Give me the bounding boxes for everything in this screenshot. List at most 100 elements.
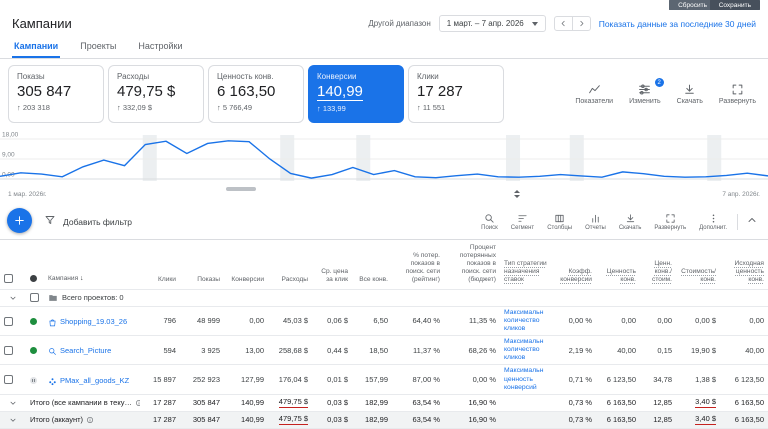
column-header-bid-strategy[interactable]: Тип стратегии назначения ставок: [500, 260, 552, 286]
columns-button[interactable]: Столбцы: [547, 213, 572, 231]
sliders-icon: [639, 84, 651, 95]
up-arrow-icon: ↑: [217, 103, 221, 112]
table-cell: 0,00: [249, 316, 264, 326]
reset-button[interactable]: Сбросить: [669, 0, 716, 10]
select-all-checkbox[interactable]: [4, 274, 13, 284]
column-header-lost-is-budget[interactable]: Процент потерянных показов в поиск. сети…: [444, 244, 500, 286]
expand-chevron-button[interactable]: [0, 291, 26, 305]
show-last-30-days-link[interactable]: Показать данные за последние 30 дней: [599, 19, 756, 29]
table-cell: 3,40 $: [676, 395, 720, 410]
column-header-select[interactable]: [0, 274, 26, 285]
reports-button[interactable]: Отчеты: [585, 213, 606, 231]
more-button[interactable]: Дополнит.: [699, 213, 727, 231]
metrics-button[interactable]: Показатели: [575, 83, 613, 105]
table-cell: 6 163,50: [734, 415, 764, 425]
table-cell: 252 923: [192, 375, 220, 385]
row-checkbox[interactable]: [4, 345, 13, 355]
chevron-down-icon: [10, 418, 16, 422]
table-cell: 796: [163, 316, 176, 326]
scorecard-delta: ↑ 11 551: [417, 103, 446, 112]
button-label: Развернуть: [718, 98, 756, 105]
row-checkbox[interactable]: [4, 316, 13, 326]
column-header-all-conv[interactable]: Все конв.: [352, 276, 392, 286]
scorecard-impressions[interactable]: Показы 305 847 ↑ 203 318: [8, 65, 104, 123]
tab-settings[interactable]: Настройки: [136, 38, 184, 58]
table-cell: 64,40 %: [412, 316, 440, 326]
column-header-clicks[interactable]: Клики: [140, 276, 180, 286]
performance-chart[interactable]: 18,009,000,00: [0, 129, 768, 187]
chart-resize-handle[interactable]: [514, 190, 520, 198]
column-header-conversions[interactable]: Конверсии: [224, 276, 268, 286]
table-cell: 0,06 $: [327, 316, 348, 326]
scorecard-value: 479,75 $: [117, 83, 176, 100]
column-header-value-per-cost[interactable]: Ценн. конв./стоим.: [640, 260, 676, 286]
expand-button[interactable]: Развернуть: [719, 83, 756, 105]
scorecard-label: Расходы: [117, 72, 150, 81]
scorecard-cost[interactable]: Расходы 479,75 $ ↑ 332,09 $: [108, 65, 204, 123]
group-label: Всего проектов: 0: [44, 291, 768, 305]
column-header-lost-is-rank[interactable]: % потер. показов в поиск. сети (рейтинг): [392, 252, 444, 286]
column-header-status[interactable]: [26, 275, 44, 285]
expand-chevron-button[interactable]: [0, 396, 26, 410]
column-header-campaign[interactable]: Кампания ↓: [44, 275, 140, 285]
table-cell: 0,00 %: [472, 375, 496, 385]
column-header-cost[interactable]: Расходы: [268, 276, 312, 286]
edit-button[interactable]: Изменить 2: [629, 78, 664, 105]
table-cell: 127,99: [241, 375, 264, 385]
status-paused-icon[interactable]: [30, 376, 37, 384]
table-cell[interactable]: Максимальн количество кликов: [500, 307, 552, 335]
table-row: Всего проектов: 0: [0, 290, 768, 307]
expand-button[interactable]: Развернуть: [654, 213, 686, 231]
button-label: Сегмент: [510, 225, 535, 231]
triangle-down-icon: [514, 195, 520, 198]
campaign-link[interactable]: Search_Picture: [60, 346, 111, 355]
download-button[interactable]: Скачать: [677, 83, 703, 105]
table-cell: 0,00: [621, 316, 636, 326]
expand-chevron-button[interactable]: [0, 413, 26, 427]
row-checkbox[interactable]: [30, 293, 39, 303]
topbar: Сбросить Сохранить: [0, 0, 768, 10]
scorecard-conversions[interactable]: Конверсии 140,99 ↑ 133,99: [308, 65, 404, 123]
next-period-button[interactable]: [571, 17, 590, 30]
plus-icon: [15, 216, 24, 225]
chart-scrollbar[interactable]: [226, 187, 256, 191]
campaign-link[interactable]: Shopping_19.03_26: [60, 317, 127, 326]
date-range-type-label: Другой диапазон: [368, 19, 431, 28]
column-header-conv-rate[interactable]: Коэфф. конверсии: [552, 268, 596, 286]
scorecard-clicks[interactable]: Клики 17 287 ↑ 11 551: [408, 65, 504, 123]
prev-period-button[interactable]: [555, 17, 572, 30]
date-range-select[interactable]: 1 март. – 7 апр. 2026: [438, 15, 546, 32]
column-header-cost-per-conv[interactable]: Стоимость/конв.: [676, 268, 720, 286]
search-button[interactable]: Поиск: [481, 213, 498, 231]
status-enabled-icon[interactable]: [30, 347, 37, 355]
table-cell: 12,85: [653, 415, 672, 425]
triangle-up-icon: [514, 190, 520, 193]
pmax-campaign-icon: [49, 377, 56, 385]
search-campaign-icon: [49, 348, 56, 356]
add-filter-label[interactable]: Добавить фильтр: [63, 217, 132, 227]
button-label: Поиск: [481, 225, 498, 231]
segment-button[interactable]: Сегмент: [511, 213, 534, 231]
column-header-impressions[interactable]: Показы: [180, 276, 224, 286]
table-cell[interactable]: Максимальн ценность конверсий: [500, 365, 552, 393]
up-arrow-icon: ↑: [117, 103, 121, 112]
row-checkbox[interactable]: [4, 375, 13, 385]
add-campaign-button[interactable]: [7, 208, 32, 233]
search-icon: [485, 214, 494, 223]
collapse-table-button[interactable]: [746, 213, 758, 231]
button-label: Показатели: [575, 98, 614, 105]
campaign-link[interactable]: PMax_all_goods_KZ: [60, 376, 129, 385]
tab-projects[interactable]: Проекты: [78, 38, 118, 58]
scorecard-conv-value[interactable]: Ценность конв. 6 163,50 ↑ 5 766,49: [208, 65, 304, 123]
tab-campaigns[interactable]: Кампании: [12, 38, 61, 58]
table-cell: 18,50: [369, 345, 388, 355]
column-header-avg-cpc[interactable]: Ср. цена за клик: [312, 268, 352, 286]
column-header-conv-value[interactable]: Ценность конв.: [596, 268, 640, 286]
status-enabled-icon[interactable]: [30, 317, 37, 325]
column-header-orig-conv-value[interactable]: Исходная ценность конв.: [720, 260, 768, 286]
save-button[interactable]: Сохранить: [709, 0, 760, 10]
table-cell: 2,19 %: [568, 345, 592, 355]
filter-button[interactable]: [44, 213, 56, 231]
download-button[interactable]: Скачать: [619, 213, 641, 231]
table-cell[interactable]: Максимальн количество кликов: [500, 336, 552, 364]
